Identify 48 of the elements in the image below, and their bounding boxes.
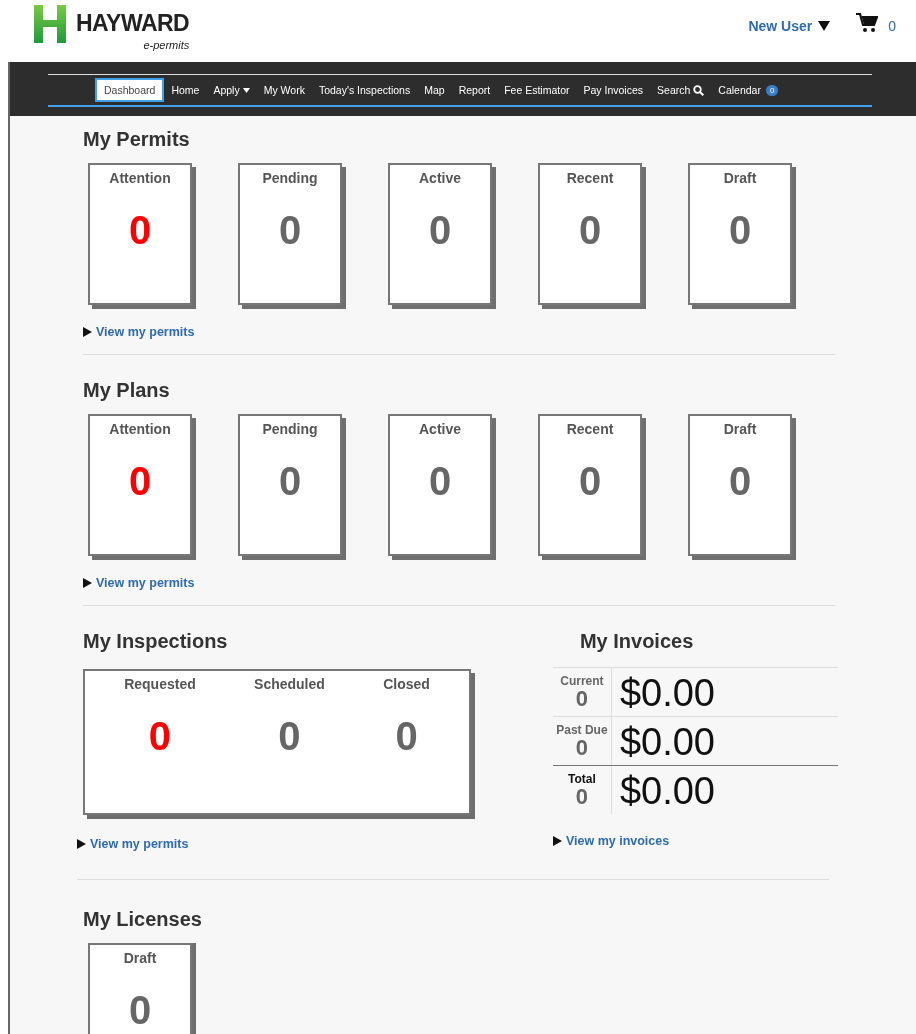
cart-icon[interactable] xyxy=(856,13,879,33)
column-label: Requested xyxy=(124,676,196,692)
nav-tab[interactable]: Apply xyxy=(206,79,257,101)
view-link[interactable]: View my permits xyxy=(77,837,189,851)
invoice-amount: $0.00 xyxy=(619,769,715,814)
invoice-label: Past Due xyxy=(556,723,608,737)
nav-tab[interactable]: Map xyxy=(417,79,452,101)
nav-tab[interactable]: Search xyxy=(650,79,712,101)
section-title: My Invoices xyxy=(579,630,695,653)
invoice-amount: $0.00 xyxy=(619,671,715,716)
count: 0 xyxy=(148,714,172,759)
caret-icon[interactable] xyxy=(818,21,831,31)
nav-tab[interactable]: Fee Estimator xyxy=(497,79,577,101)
invoice-count: 0 xyxy=(575,737,589,759)
nav-tab[interactable]: Home xyxy=(164,79,207,101)
cart-count: 0 xyxy=(888,17,896,34)
nav-tab[interactable]: Today's Inspections xyxy=(311,79,418,101)
view-link[interactable]: View my permits xyxy=(83,325,195,339)
view-link[interactable]: View my invoices xyxy=(552,834,670,848)
section-title: My Plans xyxy=(83,379,171,402)
search-icon[interactable] xyxy=(693,84,705,96)
column-label: Closed xyxy=(383,676,430,692)
count: 0 xyxy=(278,714,301,759)
column-label: Scheduled xyxy=(254,676,325,692)
nav-tab[interactable]: Dashboard xyxy=(95,78,165,102)
brand-tagline: e-permits xyxy=(143,39,190,51)
triangle-icon xyxy=(83,327,92,337)
caret-icon[interactable] xyxy=(242,87,250,93)
brand-name: HAYWARD xyxy=(76,11,190,35)
triangle-icon xyxy=(83,578,92,588)
invoice-count: 0 xyxy=(575,786,589,808)
count: 0 xyxy=(395,714,418,759)
nav-tab[interactable]: My Work xyxy=(256,79,312,101)
user-menu[interactable]: New User xyxy=(748,12,831,34)
invoice-count: 0 xyxy=(575,688,589,710)
triangle-icon xyxy=(552,836,562,846)
section-title: My Permits xyxy=(83,128,191,151)
triangle-icon xyxy=(77,839,86,849)
invoice-amount: $0.00 xyxy=(619,720,715,765)
nav-tab[interactable]: Report xyxy=(451,79,498,101)
section-title: My Inspections xyxy=(83,630,229,653)
logo-icon xyxy=(34,5,66,43)
nav-tab[interactable]: Pay Invoices xyxy=(576,79,651,101)
invoice-label: Total xyxy=(568,772,596,786)
view-link[interactable]: View my permits xyxy=(83,576,195,590)
nav-tab[interactable]: Calendar 0 xyxy=(711,79,786,101)
section-title: My Licenses xyxy=(83,908,203,931)
invoice-label: Current xyxy=(560,674,604,688)
